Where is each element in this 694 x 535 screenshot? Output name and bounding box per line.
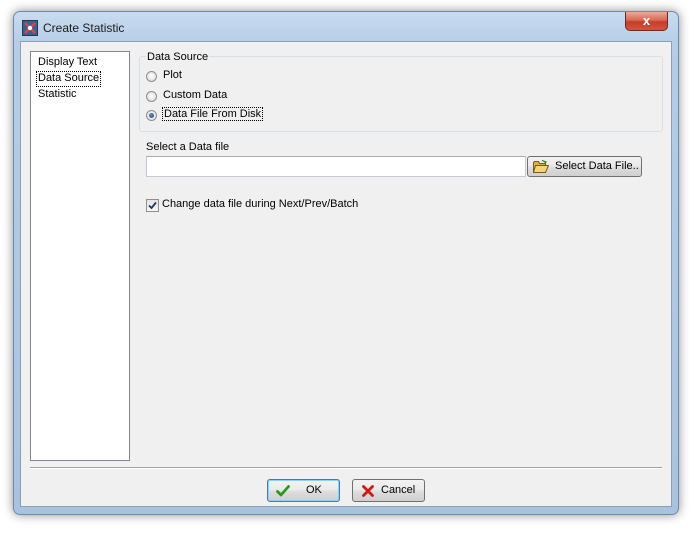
nav-item-display-text[interactable]: Display Text: [37, 55, 98, 69]
close-button[interactable]: x: [625, 12, 668, 31]
check-icon: [276, 485, 290, 497]
nav-item-statistic[interactable]: Statistic: [37, 87, 78, 101]
radio-data-file-label[interactable]: Data File From Disk: [162, 107, 264, 121]
close-icon: x: [642, 13, 651, 28]
change-file-checkbox[interactable]: [146, 199, 159, 212]
data-source-group-title: Data Source: [146, 51, 210, 63]
select-data-file-label: Select a Data file: [146, 141, 230, 153]
radio-plot-label[interactable]: Plot: [163, 69, 182, 81]
ok-button[interactable]: OK: [267, 479, 340, 502]
title-bar[interactable]: Create Statistic x: [14, 12, 678, 42]
radio-button-selected[interactable]: [146, 110, 157, 121]
checkmark-icon: [148, 201, 157, 210]
radio-button[interactable]: [146, 71, 157, 82]
nav-item-data-source[interactable]: Data Source: [36, 71, 102, 87]
divider: [30, 467, 662, 469]
radio-selected-dot: [149, 113, 154, 118]
select-data-file-label: Select Data File..: [555, 160, 639, 172]
select-data-file-button[interactable]: Select Data File..: [527, 156, 642, 177]
category-list[interactable]: Display Text Data Source Statistic: [30, 51, 130, 461]
cancel-label: Cancel: [381, 484, 416, 496]
change-file-label[interactable]: Change data file during Next/Prev/Batch: [162, 198, 358, 210]
dialog-window: Create Statistic x Display Text Data Sou…: [13, 11, 679, 515]
data-file-path-input[interactable]: [146, 156, 526, 177]
dialog-client: Display Text Data Source Statistic Data …: [20, 41, 672, 507]
x-icon: [362, 485, 374, 497]
cancel-button[interactable]: Cancel: [352, 479, 425, 502]
window-title: Create Statistic: [43, 21, 125, 35]
radio-custom-data-label[interactable]: Custom Data: [163, 89, 227, 101]
app-icon: [22, 20, 38, 36]
radio-button[interactable]: [146, 91, 157, 102]
folder-open-icon: [533, 160, 549, 173]
ok-label: OK: [306, 484, 322, 496]
